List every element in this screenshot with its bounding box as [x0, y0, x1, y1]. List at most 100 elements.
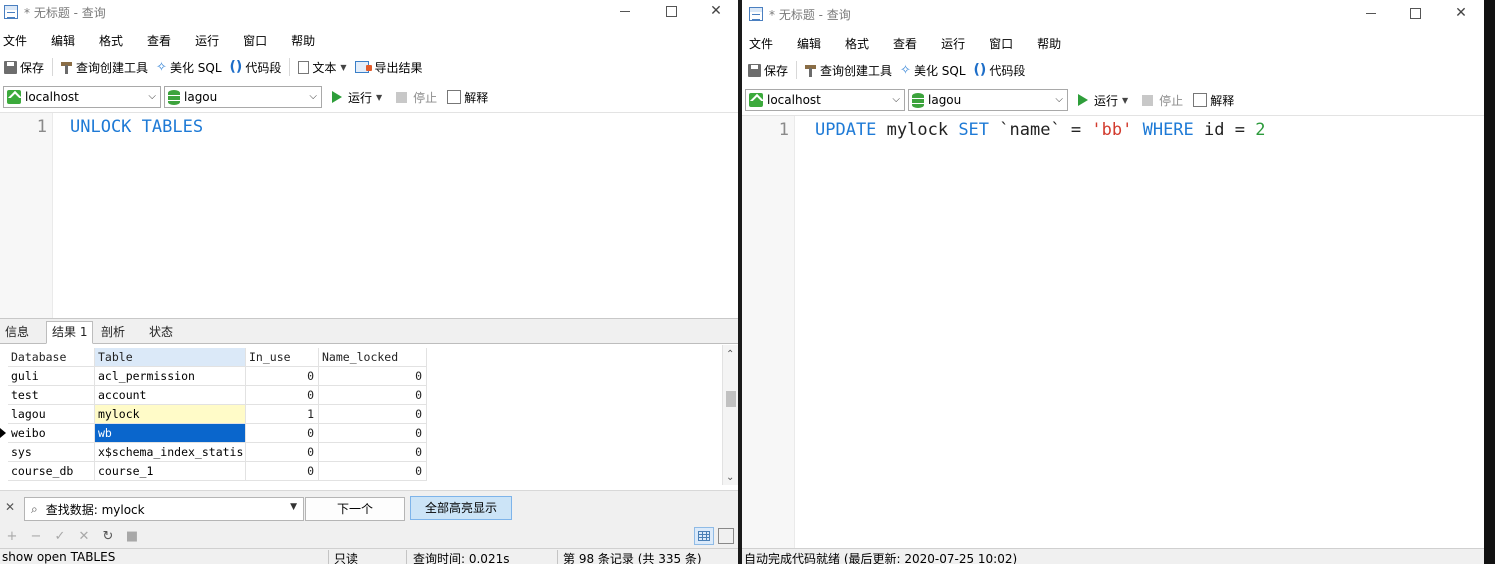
menu-format[interactable]: 格式	[99, 32, 123, 49]
run-button[interactable]: 运行 ▼	[1078, 92, 1128, 109]
table-cell[interactable]: x$schema_index_statis	[95, 443, 246, 462]
table-cell[interactable]: 0	[246, 424, 319, 443]
table-cell[interactable]: sys	[8, 443, 95, 462]
refresh-icon[interactable]: ↻	[96, 529, 120, 544]
export-results-button[interactable]: 导出结果	[354, 59, 423, 76]
table-cell[interactable]: 0	[246, 443, 319, 462]
save-button[interactable]: 保存	[748, 62, 788, 79]
table-cell[interactable]: 0	[319, 424, 427, 443]
apply-icon[interactable]: ✓	[48, 529, 72, 544]
table-cell[interactable]: 0	[319, 443, 427, 462]
menu-view[interactable]: 查看	[893, 35, 917, 52]
menu-window[interactable]: 窗口	[989, 35, 1013, 52]
table-cell[interactable]: mylock	[95, 405, 246, 424]
text-mode-button[interactable]: 文本 ▼	[298, 59, 347, 76]
code-token: WHERE	[1142, 120, 1194, 140]
discard-icon[interactable]: ✕	[72, 529, 96, 544]
sql-editor[interactable]: 1 UNLOCK TABLES	[0, 112, 738, 318]
close-button[interactable]: ✕	[1438, 2, 1484, 26]
tab-profile[interactable]: 剖析	[96, 322, 130, 345]
line-gutter: 1	[0, 113, 53, 318]
table-cell[interactable]: account	[95, 386, 246, 405]
status-mode: 只读	[334, 552, 359, 564]
connection-select[interactable]: localhost ⌵	[745, 89, 905, 111]
explain-button[interactable]: 解释	[1193, 92, 1234, 109]
minimize-button[interactable]	[1348, 2, 1394, 26]
table-cell[interactable]: 0	[319, 405, 427, 424]
column-header[interactable]: In_use	[246, 348, 319, 367]
tab-info[interactable]: 信息	[0, 322, 34, 345]
table-cell[interactable]: acl_permission	[95, 367, 246, 386]
save-button[interactable]: 保存	[4, 59, 44, 76]
table-cell[interactable]: test	[8, 386, 95, 405]
stop-button[interactable]: 停止	[1142, 92, 1183, 109]
chevron-down-icon[interactable]: ▼	[290, 502, 297, 512]
sql-editor[interactable]: 1 UPDATE mylock SET `name` = 'bb' WHERE …	[742, 115, 1484, 548]
query-builder-button[interactable]: 查询创建工具	[805, 62, 892, 79]
query-builder-button[interactable]: 查询创建工具	[61, 59, 148, 76]
table-cell[interactable]: weibo	[8, 424, 95, 443]
beautify-sql-button[interactable]: ✧ 美化 SQL	[900, 62, 965, 79]
table-cell[interactable]: course_1	[95, 462, 246, 481]
menu-help[interactable]: 帮助	[291, 32, 315, 49]
table-cell[interactable]: 0	[246, 386, 319, 405]
scroll-down-icon[interactable]: ⌄	[726, 472, 734, 483]
search-icon: ⌕	[31, 501, 38, 516]
form-view-button[interactable]	[718, 528, 734, 544]
find-input[interactable]: ⌕ 查找数据: mylock ▼	[24, 497, 304, 521]
table-cell[interactable]: lagou	[8, 405, 95, 424]
grid-view-button[interactable]	[694, 527, 714, 545]
code-line[interactable]: UNLOCK TABLES	[70, 117, 203, 137]
maximize-button[interactable]	[1392, 2, 1438, 26]
database-select[interactable]: lagou ⌵	[164, 86, 322, 108]
delete-row-icon[interactable]: −	[24, 529, 48, 544]
snippet-button[interactable]: () 代码段	[230, 59, 282, 76]
maximize-button[interactable]	[648, 0, 694, 24]
menu-run[interactable]: 运行	[941, 35, 965, 52]
table-cell[interactable]: 0	[246, 462, 319, 481]
menu-run[interactable]: 运行	[195, 32, 219, 49]
connection-select[interactable]: localhost ⌵	[3, 86, 161, 108]
find-next-button[interactable]: 下一个	[305, 497, 405, 521]
menu-file[interactable]: 文件	[3, 32, 27, 49]
stop-button[interactable]: 停止	[396, 89, 437, 106]
minimize-button[interactable]	[602, 0, 648, 24]
menu-window[interactable]: 窗口	[243, 32, 267, 49]
current-row-marker	[0, 428, 6, 438]
tab-result-1[interactable]: 结果 1	[46, 321, 94, 344]
menu-view[interactable]: 查看	[147, 32, 171, 49]
menu-help[interactable]: 帮助	[1037, 35, 1061, 52]
stop-icon[interactable]: ■	[120, 529, 144, 544]
table-cell[interactable]: 0	[319, 367, 427, 386]
result-grid[interactable]: ⌃ ⌄ Database Table In_use Name_lockedguli ac…	[0, 345, 738, 485]
table-cell[interactable]: guli	[8, 367, 95, 386]
column-header[interactable]: Name_locked	[319, 348, 427, 367]
table-cell[interactable]: course_db	[8, 462, 95, 481]
highlight-all-button[interactable]: 全部高亮显示	[410, 496, 512, 520]
menu-edit[interactable]: 编辑	[51, 32, 75, 49]
menu-format[interactable]: 格式	[845, 35, 869, 52]
database-select[interactable]: lagou ⌵	[908, 89, 1068, 111]
table-cell[interactable]: 1	[246, 405, 319, 424]
menu-edit[interactable]: 编辑	[797, 35, 821, 52]
beautify-sql-button[interactable]: ✧ 美化 SQL	[156, 59, 221, 76]
column-header[interactable]: Table	[95, 348, 246, 367]
table-cell[interactable]: 0	[319, 386, 427, 405]
run-button[interactable]: 运行 ▼	[332, 89, 382, 106]
code-line[interactable]: UPDATE mylock SET `name` = 'bb' WHERE id…	[815, 120, 1265, 140]
column-header[interactable]: Database	[8, 348, 95, 367]
table-cell[interactable]: wb	[95, 424, 246, 443]
host-icon	[749, 93, 763, 107]
menu-file[interactable]: 文件	[749, 35, 773, 52]
table-cell[interactable]: 0	[246, 367, 319, 386]
snippet-button[interactable]: () 代码段	[974, 62, 1026, 79]
close-icon[interactable]: ✕	[5, 500, 15, 514]
close-button[interactable]: ✕	[693, 0, 738, 24]
scroll-thumb[interactable]	[726, 391, 736, 407]
explain-button[interactable]: 解释	[447, 89, 488, 106]
tab-status[interactable]: 状态	[144, 322, 178, 345]
vertical-scrollbar[interactable]: ⌃ ⌄	[722, 345, 738, 485]
scroll-up-icon[interactable]: ⌃	[726, 349, 734, 360]
table-cell[interactable]: 0	[319, 462, 427, 481]
add-row-icon[interactable]: +	[0, 529, 24, 544]
